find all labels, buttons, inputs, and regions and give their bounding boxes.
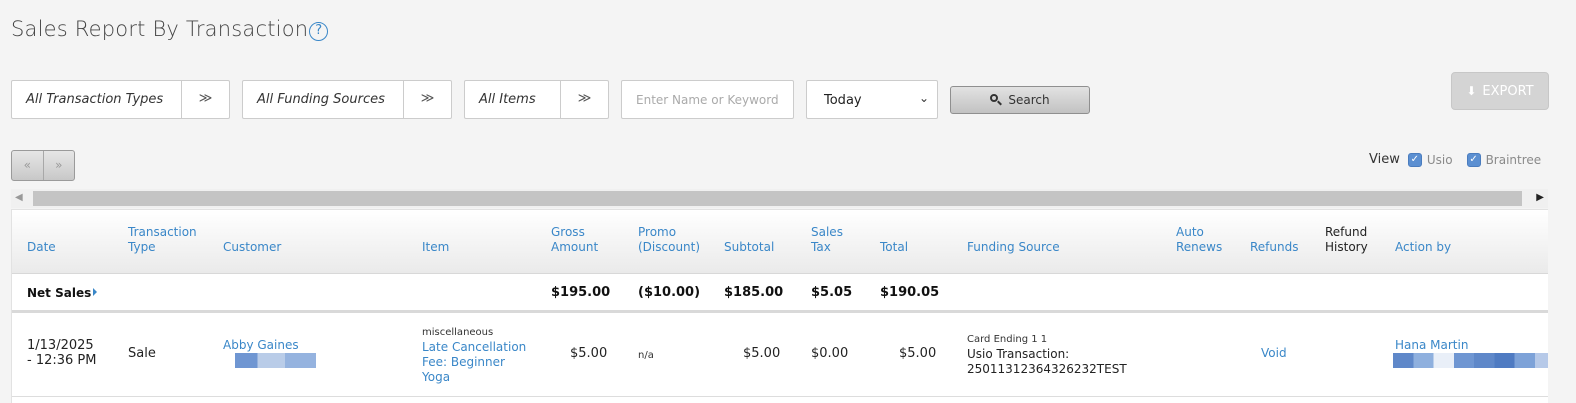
- funding-source-filter-label: All Funding Sources: [257, 92, 385, 107]
- column-header-auto-renews[interactable]: Auto Renews: [1176, 225, 1222, 255]
- column-header-sales-tax[interactable]: Sales Tax: [811, 225, 843, 255]
- funding-source-filter[interactable]: All Funding Sources ≫: [242, 80, 452, 119]
- row-date: 1/13/2025- 12:36 PM: [27, 338, 97, 368]
- net-sales-gross: $195.00: [551, 285, 611, 300]
- scrollbar-thumb[interactable]: [33, 191, 1522, 206]
- column-header-promo[interactable]: Promo (Discount): [638, 225, 700, 255]
- row-type: Sale: [128, 346, 156, 361]
- table-row: 1/13/2025- 12:36 PM Sale Abby Gaines mis…: [12, 313, 1548, 397]
- column-header-transaction-type[interactable]: Transaction Type: [128, 225, 197, 255]
- net-sales-subtotal: $185.00: [724, 285, 784, 300]
- net-sales-tax: $5.05: [811, 285, 853, 300]
- row-card-label: Card Ending 1 1: [967, 334, 1048, 345]
- redacted-action-detail: [1393, 353, 1548, 368]
- download-icon: ⬇: [1466, 84, 1477, 98]
- pager: « »: [11, 150, 75, 181]
- row-funding-source: Usio Transaction: 25011312364326232TEST: [967, 347, 1127, 376]
- transaction-type-filter-label: All Transaction Types: [26, 92, 164, 107]
- customer-link[interactable]: Abby Gaines: [223, 338, 299, 353]
- row-total: $5.00: [899, 346, 937, 361]
- view-label: View: [1369, 152, 1400, 167]
- chevron-down-icon[interactable]: ≫: [560, 81, 608, 118]
- column-header-date[interactable]: Date: [27, 240, 56, 255]
- column-header-action-by[interactable]: Action by: [1395, 240, 1451, 255]
- scroll-right-icon[interactable]: ▶: [1536, 192, 1544, 203]
- column-header-refunds[interactable]: Refunds: [1250, 240, 1299, 255]
- net-sales-toggle[interactable]: Net Sales: [27, 286, 98, 300]
- row-promo: n/a: [638, 350, 654, 361]
- action-by-link[interactable]: Hana Martin: [1395, 338, 1468, 353]
- scroll-left-icon[interactable]: ◀: [15, 192, 23, 203]
- column-header-subtotal[interactable]: Subtotal: [724, 240, 774, 255]
- item-link[interactable]: Late Cancellation Fee: Beginner Yoga: [422, 340, 526, 385]
- export-button[interactable]: ⬇ EXPORT: [1451, 72, 1549, 110]
- page-title: Sales Report By Transaction?: [11, 17, 329, 41]
- search-button[interactable]: Search: [950, 86, 1090, 114]
- sales-table: Date Transaction Type Customer Item Gross…: [11, 209, 1548, 403]
- transaction-type-filter[interactable]: All Transaction Types ≫: [11, 80, 230, 119]
- column-header-refund-history: Refund History: [1325, 225, 1368, 254]
- net-sales-total: $190.05: [880, 285, 940, 300]
- braintree-checkbox[interactable]: ✓: [1466, 152, 1481, 167]
- column-header-item[interactable]: Item: [422, 240, 449, 255]
- row-tax: $0.00: [811, 346, 849, 361]
- view-toggle: View ✓ Usio ✓ Braintree: [1369, 152, 1541, 167]
- row-gross: $5.00: [570, 346, 608, 361]
- caret-right-icon: [93, 288, 98, 296]
- row-item-category: miscellaneous: [422, 327, 494, 338]
- redacted-customer-detail: [235, 353, 316, 368]
- column-header-total[interactable]: Total: [880, 240, 908, 255]
- column-header-funding-source[interactable]: Funding Source: [967, 240, 1060, 255]
- net-sales-promo: ($10.00): [638, 285, 701, 300]
- column-header-customer[interactable]: Customer: [223, 240, 281, 255]
- row-subtotal: $5.00: [743, 346, 781, 361]
- previous-page-button[interactable]: «: [12, 151, 44, 180]
- items-filter-label: All Items: [479, 92, 536, 107]
- chevron-down-icon[interactable]: ≫: [181, 81, 229, 118]
- usio-checkbox[interactable]: ✓: [1407, 152, 1422, 167]
- net-sales-row: Net Sales $195.00 ($10.00) $185.00 $5.05…: [12, 274, 1548, 313]
- caret-down-icon: ⌄: [918, 91, 929, 105]
- date-range-select[interactable]: Today ⌄: [806, 80, 938, 119]
- help-icon[interactable]: ?: [309, 22, 329, 41]
- braintree-checkbox-label: Braintree: [1485, 152, 1542, 167]
- horizontal-scrollbar[interactable]: ◀ ▶: [11, 189, 1548, 208]
- table-header: Date Transaction Type Customer Item Gross…: [12, 210, 1548, 274]
- usio-checkbox-label: Usio: [1426, 152, 1453, 167]
- export-button-label: EXPORT: [1482, 83, 1534, 99]
- void-link[interactable]: Void: [1261, 346, 1287, 361]
- items-filter[interactable]: All Items ≫: [464, 80, 609, 119]
- column-header-gross-amount[interactable]: Gross Amount: [551, 225, 598, 255]
- keyword-search-input[interactable]: [621, 80, 794, 119]
- date-range-value: Today: [824, 93, 862, 108]
- search-button-label: Search: [1008, 93, 1050, 107]
- next-page-button[interactable]: »: [44, 151, 75, 180]
- chevron-down-icon[interactable]: ≫: [403, 81, 451, 118]
- search-icon: [990, 94, 1002, 106]
